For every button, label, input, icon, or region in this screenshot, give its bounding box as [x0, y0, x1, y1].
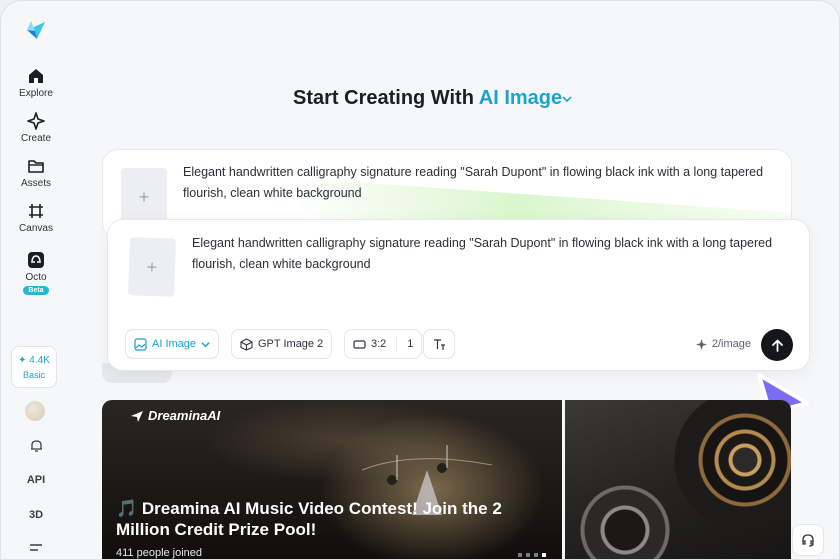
image-icon [134, 337, 147, 351]
generate-button[interactable] [761, 329, 793, 361]
support-button[interactable] [792, 524, 824, 556]
prompt-editor-card[interactable]: + Elegant handwritten calligraphy signat… [107, 219, 810, 371]
canvas-icon [29, 204, 43, 218]
sidebar-item-explore[interactable]: Explore [1, 67, 71, 99]
featured-artwork-card[interactable] [565, 400, 791, 559]
contest-banner[interactable]: DreaminaAI 🎵 Dreamina AI Music Video Con… [102, 400, 562, 559]
avatar[interactable] [25, 401, 45, 421]
page-title: Start Creating With AI Image [293, 87, 572, 110]
home-icon [29, 69, 43, 83]
plus-icon: + [146, 256, 158, 277]
sidebar-item-label: Canvas [19, 223, 53, 234]
sidebar-item-create[interactable]: Create [1, 112, 71, 144]
prompt-text-back: Elegant handwritten calligraphy signatur… [183, 165, 764, 200]
carousel-dot[interactable] [518, 553, 522, 557]
3d-button[interactable]: 3D [1, 509, 71, 521]
sidebar-item-label: Assets [20, 178, 51, 189]
arrow-up-icon [771, 339, 783, 352]
sidebar-item-label: Explore [19, 88, 53, 99]
title-prefix: Start Creating With [293, 87, 474, 109]
cost-label: 2/image [711, 338, 751, 350]
sidebar-item-octo[interactable]: Octo Beta [1, 251, 71, 295]
sidebar: Explore Create Assets Canvas Octo Beta ✦… [1, 1, 71, 559]
ratio-label: 3:2 [371, 338, 387, 350]
credits-value: 4.4K [29, 354, 50, 366]
sidebar-item-label: Octo [25, 272, 47, 283]
sidebar-item-assets[interactable]: Assets [1, 157, 71, 189]
title-mode: AI Image [478, 87, 563, 109]
chevron-down-icon [201, 341, 210, 347]
carousel-dot[interactable] [526, 553, 530, 557]
dreamina-logo-icon [131, 410, 143, 422]
credits-amount: ✦ 4.4K [18, 354, 50, 366]
participants-count: 411 people joined [116, 547, 203, 559]
reference-image-upload[interactable]: + [128, 237, 176, 297]
model-label: GPT Image 2 [258, 338, 324, 350]
text-style-button[interactable] [423, 329, 455, 359]
reference-image-slot[interactable]: + [121, 168, 167, 226]
plan-label: Basic [22, 369, 45, 380]
sidebar-item-label: Create [20, 133, 51, 144]
carousel-dot[interactable] [534, 553, 538, 557]
menu-button[interactable] [1, 543, 71, 558]
octo-icon [28, 252, 44, 268]
dreamina-logo-icon[interactable] [25, 19, 47, 41]
plus-icon: + [138, 186, 150, 207]
sparkle-icon [695, 338, 707, 350]
brand-label: DreaminaAI [148, 408, 221, 423]
bell-icon [30, 440, 42, 452]
carousel-dots[interactable] [518, 553, 546, 557]
mode-label: AI Image [152, 338, 197, 350]
banner-title: 🎵 Dreamina AI Music Video Contest! Join … [116, 499, 502, 539]
aspect-ratio-icon [353, 339, 366, 349]
api-button[interactable]: API [1, 474, 71, 486]
credits-widget[interactable]: ✦ 4.4K Basic [11, 346, 57, 388]
divider [396, 337, 398, 351]
folder-icon [28, 160, 44, 173]
count-label: 1 [407, 338, 414, 350]
text-format-icon [433, 338, 445, 350]
mode-dropdown[interactable]: AI Image [125, 329, 220, 359]
carousel-dot-active[interactable] [542, 553, 546, 557]
model-selector[interactable]: GPT Image 2 [231, 329, 333, 359]
sidebar-item-canvas[interactable]: Canvas [1, 202, 71, 234]
cube-icon [240, 337, 253, 351]
app-window: Explore Create Assets Canvas Octo Beta ✦… [0, 0, 840, 560]
chevron-down-icon [562, 96, 572, 102]
prompt-input[interactable]: Elegant handwritten calligraphy signatur… [192, 233, 797, 275]
ratio-count-selector[interactable]: 3:2 1 [344, 329, 423, 359]
headset-icon [802, 534, 814, 547]
sparkle-icon [27, 112, 45, 130]
generation-cost: 2/image [695, 338, 751, 350]
menu-icon [30, 544, 42, 551]
beta-badge: Beta [23, 286, 49, 295]
notification-bell-button[interactable] [1, 438, 71, 456]
banner-brand: DreaminaAI [130, 408, 220, 423]
mode-selector-title[interactable]: AI Image [479, 87, 572, 109]
